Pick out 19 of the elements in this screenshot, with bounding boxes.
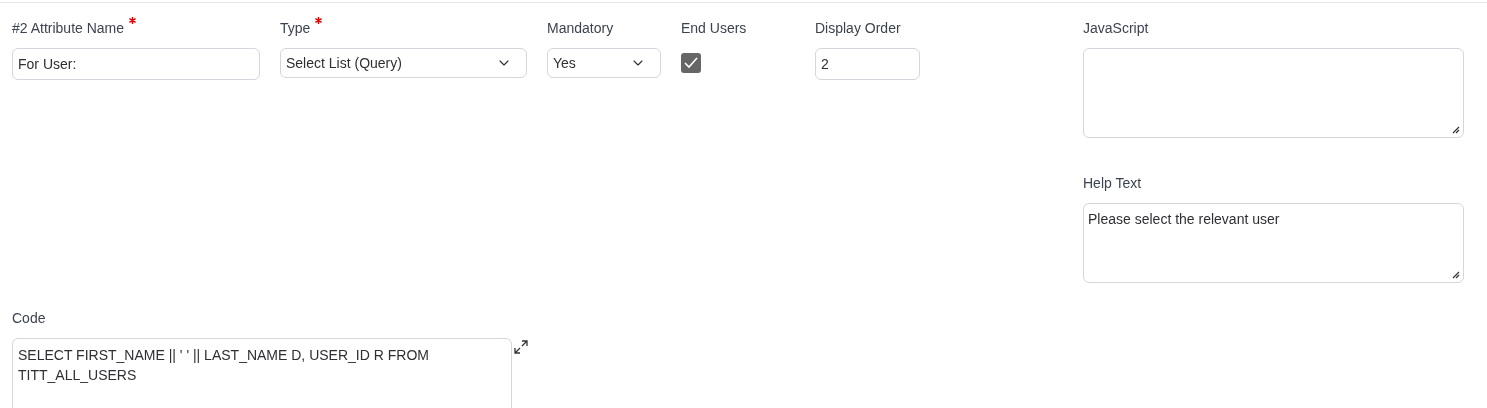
type-select[interactable]: Select List (Query) bbox=[280, 48, 527, 78]
field-label: Type bbox=[280, 19, 311, 38]
field-label: #2 Attribute Name bbox=[12, 19, 125, 38]
resize-handle-icon[interactable] bbox=[1451, 125, 1460, 134]
field-label: Mandatory bbox=[547, 19, 614, 38]
code-field[interactable]: SELECT FIRST_NAME || ' ' || LAST_NAME D, USER_ID R FROM TITT_ALL_USERS bbox=[12, 338, 512, 408]
attribute-name-field[interactable]: For User: bbox=[12, 48, 260, 80]
help-text-field[interactable]: Please select the relevant user bbox=[1083, 203, 1464, 283]
mandatory-select[interactable]: Yes bbox=[547, 48, 661, 78]
resize-handle-icon[interactable] bbox=[1451, 270, 1460, 279]
field-label: End Users bbox=[681, 19, 747, 38]
field-label: JavaScript bbox=[1083, 19, 1149, 38]
field-label: Display Order bbox=[815, 19, 901, 38]
javascript-field[interactable] bbox=[1083, 48, 1464, 138]
field-label: Help Text bbox=[1083, 174, 1142, 193]
display-order-field[interactable]: 2 bbox=[815, 48, 920, 80]
end-users-checkbox[interactable] bbox=[681, 53, 701, 73]
field-label: Code bbox=[12, 309, 46, 328]
expand-icon[interactable] bbox=[514, 340, 528, 354]
